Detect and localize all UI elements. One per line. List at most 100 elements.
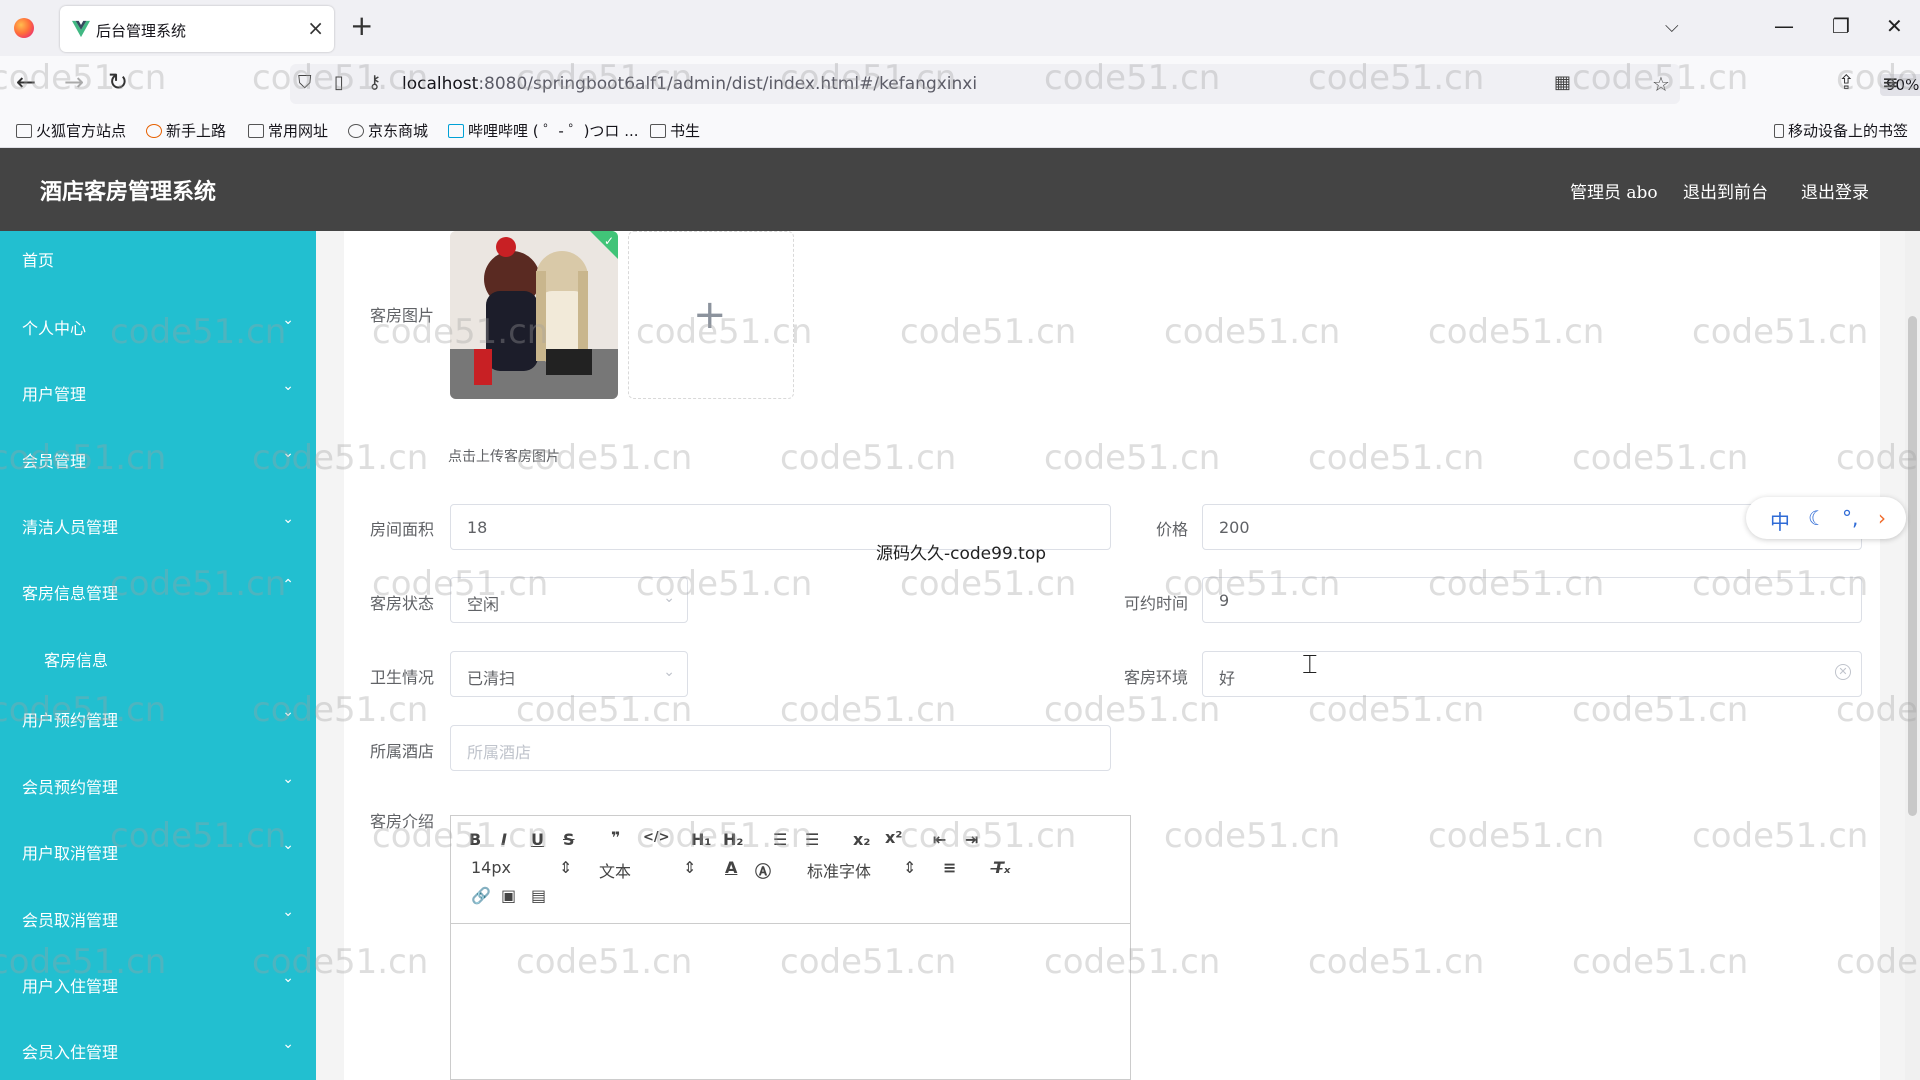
updown-icon: ⇕ (559, 858, 573, 877)
folder-icon (650, 124, 666, 138)
font-size-picker[interactable]: 14px ⇕ (471, 858, 572, 877)
back-arrow-icon[interactable]: ← (16, 68, 36, 96)
sidebar-item-members[interactable]: 会员管理 ⌄ (0, 432, 316, 486)
logout-link[interactable]: 退出登录 (1801, 178, 1869, 203)
scrollbar[interactable] (1905, 231, 1920, 1080)
font-family-picker[interactable]: 标准字体 ⇕ (807, 858, 916, 882)
reload-icon[interactable]: ↻ (108, 68, 128, 96)
exit-to-front-link[interactable]: 退出到前台 (1683, 178, 1768, 203)
sidebar-item-room-info[interactable]: 客房信息 (0, 631, 316, 685)
share-icon[interactable]: ⇪ (1838, 70, 1855, 94)
clear-icon[interactable]: ✕ (1835, 664, 1851, 680)
sidebar-item-member-checkin[interactable]: 会员入住管理 ⌄ (0, 1023, 316, 1077)
status-select[interactable]: 空闲 ⌄ (450, 577, 688, 623)
room-image-thumbnail[interactable]: ✓ (450, 231, 618, 399)
subscript-icon[interactable]: x₂ (853, 830, 870, 849)
sidebar-item-home[interactable]: 首页 (0, 231, 316, 285)
menu-icon[interactable]: ≡ (1882, 70, 1899, 94)
area-label: 房间面积 (370, 520, 435, 539)
ime-arrow-icon[interactable]: › (1878, 506, 1886, 530)
bookmark-item[interactable]: 京东商城 (348, 120, 428, 141)
svg-text:✓: ✓ (604, 234, 614, 248)
superscript-icon[interactable]: x² (885, 828, 902, 847)
hygiene-select[interactable]: 已清扫 ⌄ (450, 651, 688, 697)
url-text[interactable]: localhost:8080/springboot6alf1/admin/dis… (402, 74, 977, 94)
align-icon[interactable]: ≡ (943, 858, 956, 877)
mobile-icon (1774, 124, 1784, 138)
bookmark-item[interactable]: 哔哩哔哩 ( ゜- ゜)つロ ... (448, 120, 639, 141)
bookmark-item[interactable]: 书生 (650, 120, 700, 141)
bookmark-item[interactable]: 新手上路 (146, 120, 226, 141)
sidebar: 首页 个人中心 ⌄ 用户管理 ⌄ 会员管理 ⌄ 清洁人员管理 ⌄ 客房信息管理 ⌃ 客房信… (0, 231, 316, 1080)
sidebar-item-rooms[interactable]: 客房信息管理 ⌃ (0, 564, 316, 618)
browser-tab-active[interactable]: 后台管理系统 × (60, 6, 334, 52)
chevron-up-icon: ⌃ (282, 577, 294, 593)
bullet-list-icon[interactable]: ☰ (805, 830, 819, 849)
time-input[interactable]: 9 (1202, 577, 1862, 623)
sidebar-item-member-cancel[interactable]: 会员取消管理 ⌄ (0, 891, 316, 945)
ordered-list-icon[interactable]: ☰ (773, 830, 787, 849)
strike-icon[interactable]: S (563, 830, 575, 849)
sidebar-item-member-booking[interactable]: 会员预约管理 ⌄ (0, 758, 316, 812)
sidebar-item-user-cancel[interactable]: 用户取消管理 ⌄ (0, 824, 316, 878)
hotel-input[interactable]: 所属酒店 (450, 725, 1111, 771)
close-window-icon[interactable]: ✕ (1886, 14, 1903, 38)
sidebar-item-cleaners[interactable]: 清洁人员管理 ⌄ (0, 498, 316, 552)
source-watermark: 源码久久-code99.top (876, 544, 1047, 564)
status-label: 客房状态 (370, 594, 435, 613)
plus-icon: + (693, 292, 727, 338)
sidebar-item-user-booking[interactable]: 用户预约管理 ⌄ (0, 691, 316, 745)
clear-format-icon[interactable]: T̶ₓ (993, 858, 1011, 877)
page-icon[interactable]: ▯ (334, 72, 344, 93)
outdent-icon[interactable]: ⇤ (933, 830, 946, 849)
key-icon[interactable]: ⚷ (368, 72, 381, 93)
forward-arrow-icon[interactable]: → (64, 68, 84, 96)
chevron-down-icon: ⌄ (282, 445, 294, 461)
sidebar-item-users[interactable]: 用户管理 ⌄ (0, 365, 316, 419)
font-color-icon[interactable]: A (725, 858, 737, 877)
updown-icon: ⇕ (683, 858, 697, 877)
blockquote-icon[interactable]: ❞ (611, 828, 620, 847)
app-header: 酒店客房管理系统 管理员 abo 退出到前台 退出登录 (0, 148, 1920, 231)
h1-icon[interactable]: H₁ (691, 830, 711, 849)
chevron-down-icon: ⌄ (282, 511, 294, 527)
bookmark-item[interactable]: 常用网址 (248, 120, 328, 141)
ime-toolbar[interactable]: 中 ☾ °, › (1746, 497, 1906, 539)
env-input[interactable]: 好 ✕ (1202, 651, 1862, 697)
video-icon[interactable]: ▤ (531, 886, 546, 905)
underline-icon[interactable]: U (531, 830, 544, 849)
sidebar-item-profile[interactable]: 个人中心 ⌄ (0, 299, 316, 353)
star-icon[interactable]: ☆ (1652, 72, 1670, 96)
tab-list-chevron-icon[interactable]: ⌵ (1665, 16, 1679, 37)
code-icon[interactable]: </> (643, 830, 670, 845)
h2-icon[interactable]: H₂ (723, 830, 743, 849)
chevron-down-icon: ⌄ (282, 312, 294, 328)
punctuation-icon[interactable]: °, (1842, 506, 1858, 530)
scroll-thumb[interactable] (1908, 316, 1917, 816)
tab-close-icon[interactable]: × (307, 16, 324, 40)
moon-icon[interactable]: ☾ (1808, 506, 1826, 530)
bookmark-item[interactable]: 火狐官方站点 (16, 120, 126, 141)
sidebar-item-user-checkin[interactable]: 用户入住管理 ⌄ (0, 957, 316, 1011)
text-type-picker[interactable]: 文本 ⇕ (599, 858, 696, 882)
ime-lang[interactable]: 中 (1770, 506, 1790, 535)
url-bar[interactable]: ⛉ ▯ ⚷ localhost:8080/springboot6alf1/adm… (290, 64, 1920, 104)
image-icon[interactable]: ▣ (501, 886, 516, 905)
italic-icon[interactable]: I (501, 830, 507, 849)
new-tab-button[interactable]: + (350, 10, 373, 42)
chevron-down-icon: ⌄ (282, 378, 294, 394)
minimize-icon[interactable]: — (1774, 14, 1794, 38)
mobile-bookmarks[interactable]: 移动设备上的书签 (1774, 120, 1908, 141)
link-icon[interactable]: 🔗 (471, 886, 491, 905)
background-color-icon[interactable]: Ⓐ (755, 858, 771, 882)
shield-icon[interactable]: ⛉ (298, 72, 312, 93)
bold-icon[interactable]: B (469, 830, 481, 849)
chevron-down-icon: ⌄ (282, 904, 294, 920)
tab-title: 后台管理系统 (96, 22, 187, 40)
upload-image-button[interactable]: + (628, 231, 794, 399)
restore-icon[interactable]: ❐ (1832, 14, 1850, 38)
indent-icon[interactable]: ⇥ (965, 830, 978, 849)
updown-icon: ⇕ (903, 858, 917, 877)
qr-code-icon[interactable]: ▦ (1554, 72, 1571, 93)
rich-text-editor[interactable]: B I U S ❞ </> H₁ H₂ ☰ ☰ x₂ x² ⇤ ⇥ 14px ⇕ … (450, 815, 1131, 1080)
